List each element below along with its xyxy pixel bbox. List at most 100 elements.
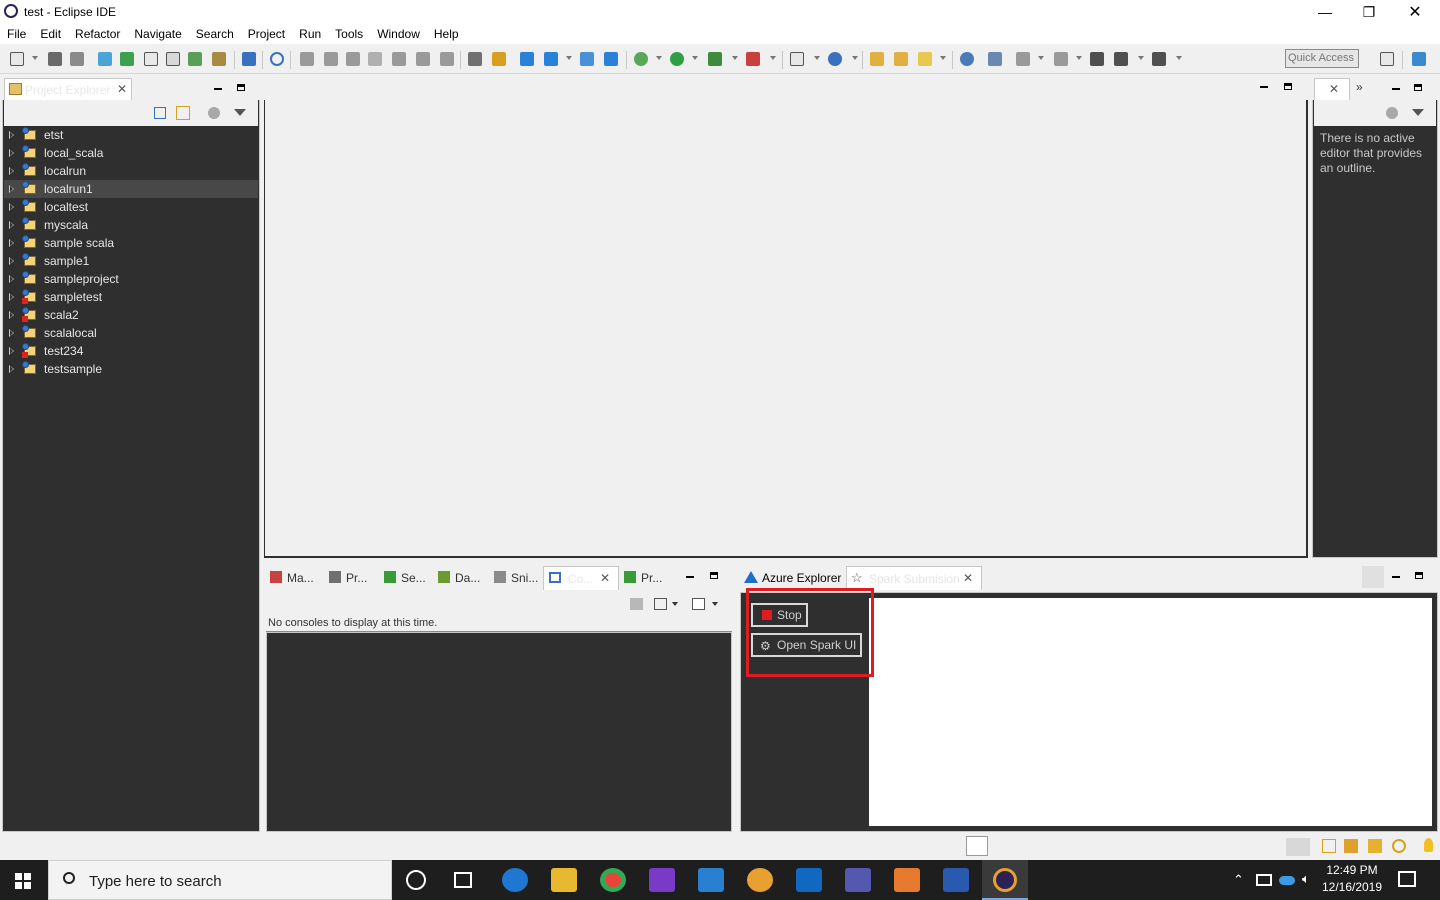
close-icon[interactable]: ✕ bbox=[117, 82, 127, 96]
clock-time[interactable]: 12:49 PM bbox=[1320, 863, 1384, 877]
back-icon[interactable] bbox=[1090, 52, 1104, 66]
save-icon[interactable] bbox=[48, 52, 62, 66]
display-console-icon[interactable] bbox=[654, 598, 667, 610]
terminate-icon[interactable] bbox=[346, 52, 360, 66]
menu-search[interactable]: Search bbox=[196, 27, 234, 41]
tree-item[interactable]: scalalocal bbox=[4, 324, 258, 342]
open-file-icon[interactable] bbox=[144, 52, 158, 66]
properties-icon[interactable] bbox=[166, 52, 180, 66]
tab-snippets[interactable]: Sni... bbox=[494, 566, 540, 590]
close-icon[interactable]: ✕ bbox=[963, 571, 973, 585]
task-view-icon[interactable] bbox=[454, 872, 472, 888]
open-perspective-icon[interactable] bbox=[1380, 52, 1394, 66]
maximize-panel-icon[interactable] bbox=[1414, 84, 1422, 91]
run-icon[interactable] bbox=[670, 52, 684, 66]
last-edit-icon[interactable] bbox=[1054, 52, 1068, 66]
azure-signin-icon[interactable] bbox=[604, 52, 618, 66]
tree-item[interactable]: scala2 bbox=[4, 306, 258, 324]
search-tool-icon[interactable] bbox=[918, 52, 932, 66]
web-icon[interactable] bbox=[960, 52, 974, 66]
tab-data-source[interactable]: Da... bbox=[438, 566, 488, 590]
tab-project-explorer[interactable]: Project Explorer ✕ bbox=[4, 78, 132, 100]
expand-arrow-icon[interactable] bbox=[9, 203, 14, 211]
graduation-icon[interactable] bbox=[1344, 839, 1358, 853]
resume-icon[interactable] bbox=[300, 52, 314, 66]
java-perspective-icon[interactable] bbox=[1412, 52, 1426, 66]
tab-spark-submission[interactable]: ☆ Spark Submision ✕ bbox=[846, 566, 982, 590]
pin-console-icon[interactable] bbox=[630, 598, 643, 610]
disconnect-icon[interactable] bbox=[368, 52, 382, 66]
volume-icon[interactable]: 🔈︎ bbox=[1302, 871, 1310, 887]
menu-window[interactable]: Window bbox=[377, 27, 420, 41]
new-class-icon[interactable] bbox=[828, 52, 842, 66]
minimize-window-button[interactable]: — bbox=[1302, 0, 1348, 24]
back-history-icon[interactable] bbox=[1114, 52, 1128, 66]
step-into-icon[interactable] bbox=[392, 52, 406, 66]
onedrive-icon[interactable] bbox=[1279, 876, 1295, 885]
expand-arrow-icon[interactable] bbox=[9, 239, 14, 247]
tab-outline[interactable]: ✕ bbox=[1314, 78, 1350, 100]
chevron-up-icon[interactable]: ⌃ bbox=[1233, 872, 1244, 888]
suspend-icon[interactable] bbox=[324, 52, 338, 66]
build-icon[interactable] bbox=[188, 52, 202, 66]
windows-start-icon[interactable] bbox=[15, 873, 31, 889]
network-icon[interactable] bbox=[1256, 874, 1272, 886]
skip-breakpoints-icon[interactable] bbox=[270, 52, 284, 66]
tree-item[interactable]: sampleproject bbox=[4, 270, 258, 288]
expand-arrow-icon[interactable] bbox=[9, 311, 14, 319]
remote-desktop-icon[interactable] bbox=[698, 868, 724, 892]
teams-icon[interactable] bbox=[845, 868, 871, 892]
expand-arrow-icon[interactable] bbox=[9, 329, 14, 337]
expand-arrow-icon[interactable] bbox=[9, 185, 14, 193]
expand-arrow-icon[interactable] bbox=[9, 365, 14, 373]
tab-servers[interactable]: Se... bbox=[384, 566, 430, 590]
debug-icon[interactable] bbox=[634, 52, 648, 66]
menu-edit[interactable]: Edit bbox=[40, 27, 61, 41]
chevron-down-icon[interactable] bbox=[712, 602, 718, 606]
close-icon[interactable]: ✕ bbox=[600, 571, 610, 585]
tab-markers[interactable]: Ma... bbox=[270, 566, 322, 590]
expand-arrow-icon[interactable] bbox=[9, 131, 14, 139]
forward-icon[interactable] bbox=[1152, 52, 1166, 66]
clock-date[interactable]: 12/16/2019 bbox=[1320, 880, 1384, 894]
tip-bulb-icon[interactable] bbox=[1424, 838, 1433, 852]
restore-window-button[interactable]: ❐ bbox=[1346, 0, 1392, 24]
expand-arrow-icon[interactable] bbox=[9, 275, 14, 283]
expand-arrow-icon[interactable] bbox=[9, 167, 14, 175]
tree-item[interactable]: sampletest bbox=[4, 288, 258, 306]
edge-icon[interactable] bbox=[502, 868, 528, 892]
menu-project[interactable]: Project bbox=[248, 27, 285, 41]
tab-console[interactable]: Co... ✕ bbox=[543, 566, 619, 590]
spark-output-area[interactable] bbox=[869, 598, 1432, 826]
menu-navigate[interactable]: Navigate bbox=[134, 27, 181, 41]
tab-progress[interactable]: Pr... bbox=[624, 566, 670, 590]
hierarchy-icon[interactable] bbox=[120, 52, 134, 66]
word-icon[interactable] bbox=[943, 868, 969, 892]
tree-item[interactable]: localtest bbox=[4, 198, 258, 216]
tree-item[interactable]: sample1 bbox=[4, 252, 258, 270]
terminal-icon[interactable] bbox=[242, 52, 256, 66]
chevron-down-icon[interactable] bbox=[672, 602, 678, 606]
notifications-icon[interactable] bbox=[1398, 871, 1416, 887]
docker-icon[interactable] bbox=[580, 52, 594, 66]
menu-run[interactable]: Run bbox=[299, 27, 321, 41]
expand-arrow-icon[interactable] bbox=[9, 221, 14, 229]
open-type-icon[interactable] bbox=[870, 52, 884, 66]
quick-access-field[interactable]: Quick Access bbox=[1285, 49, 1359, 68]
step-return-icon[interactable] bbox=[440, 52, 454, 66]
minimize-panel-icon[interactable] bbox=[1392, 576, 1400, 578]
tree-item[interactable]: sample scala bbox=[4, 234, 258, 252]
menu-refactor[interactable]: Refactor bbox=[75, 27, 120, 41]
minimize-panel-icon[interactable] bbox=[686, 576, 694, 578]
coverage-icon[interactable] bbox=[708, 52, 722, 66]
fast-view-icon[interactable] bbox=[966, 836, 988, 856]
new-icon[interactable] bbox=[10, 52, 24, 66]
minimize-panel-icon[interactable] bbox=[214, 88, 222, 90]
wand-icon[interactable] bbox=[1368, 839, 1382, 853]
menu-tools[interactable]: Tools bbox=[335, 27, 363, 41]
view-menu-icon[interactable] bbox=[234, 109, 246, 116]
chrome-icon[interactable] bbox=[600, 868, 626, 892]
powerpoint-icon[interactable] bbox=[894, 868, 920, 892]
menu-file[interactable]: File bbox=[7, 27, 26, 41]
tree-item[interactable]: local_scala bbox=[4, 144, 258, 162]
